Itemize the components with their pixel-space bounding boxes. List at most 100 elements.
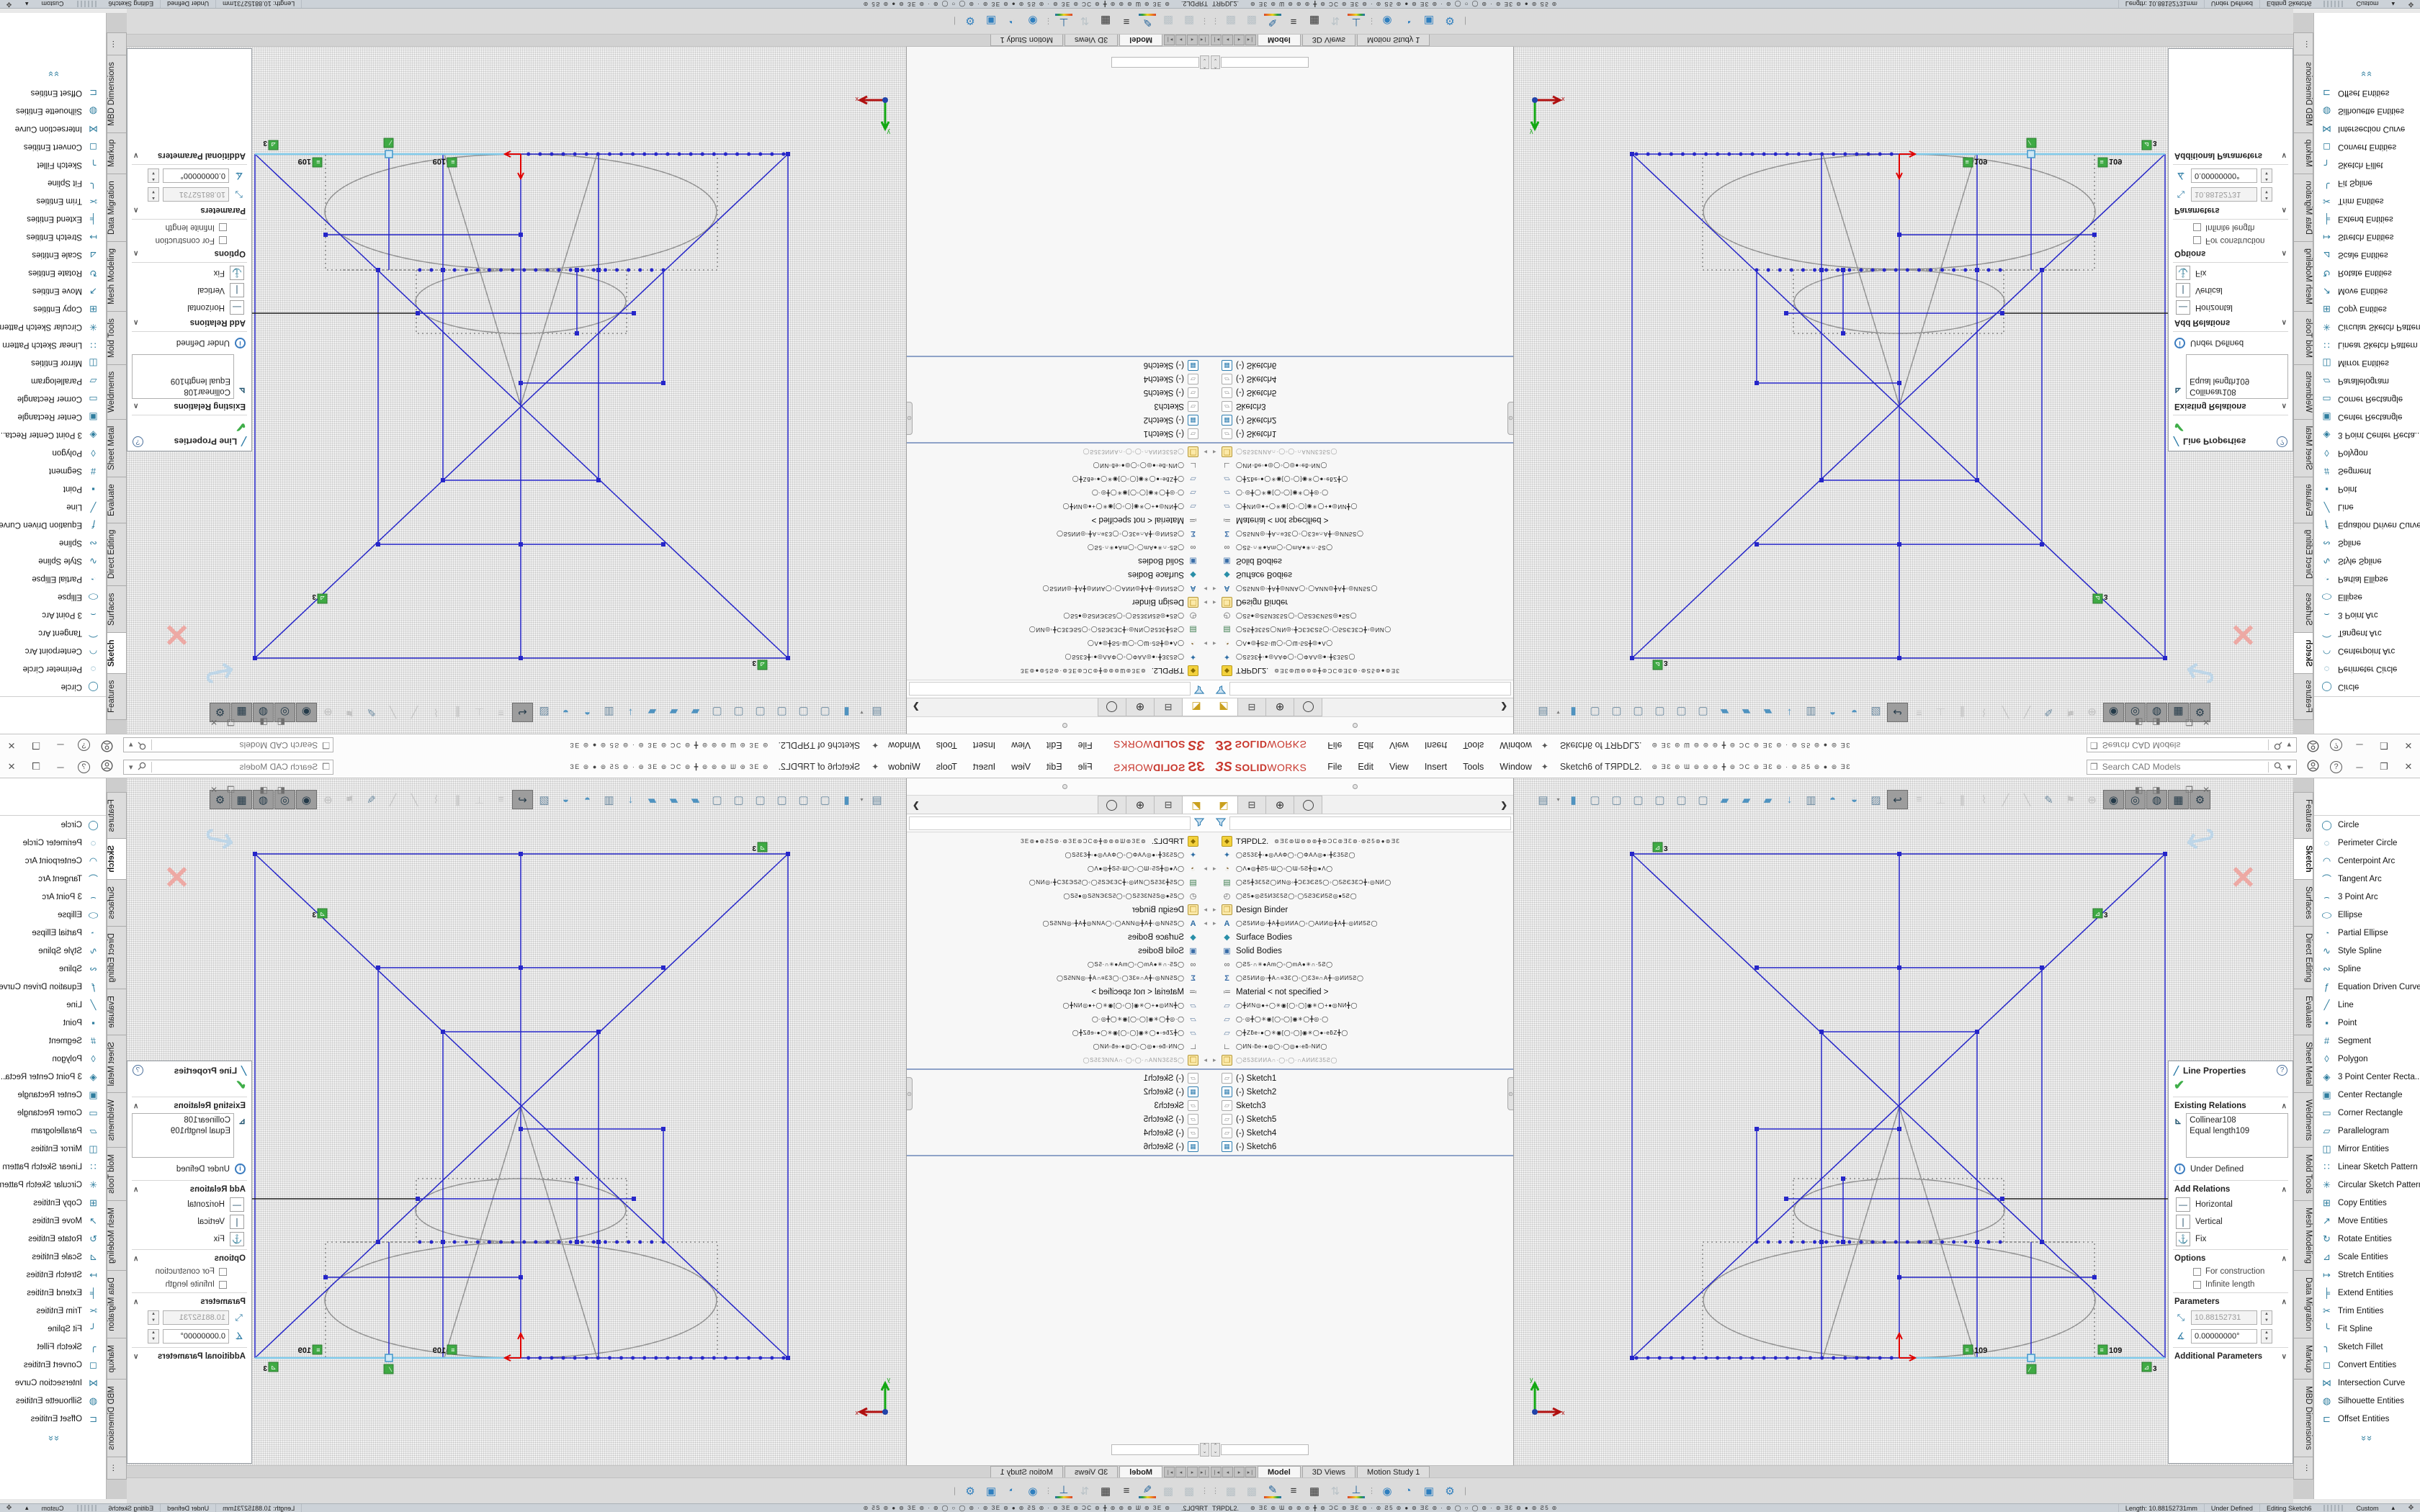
more-tools-chevron[interactable]: »» — [0, 1432, 106, 1445]
add-relation-item[interactable]: ⚓ Fix — [2169, 1230, 2293, 1248]
tree-row[interactable]: ≔ Material < not specified > — [907, 513, 1210, 527]
bottom-toolbar-icon[interactable]: ▦ — [1306, 1482, 1323, 1500]
command-manager-tab[interactable]: Features — [107, 673, 127, 720]
selected-point-handle[interactable] — [2027, 1354, 2035, 1362]
sketch-tool-item[interactable]: ✂ Trim Entities — [2314, 1302, 2420, 1320]
sketch-tool-item[interactable]: ↦ Stretch Entities — [2314, 1266, 2420, 1284]
chevron-down-icon[interactable]: ∨ — [133, 1353, 138, 1361]
command-manager-tab[interactable]: Features — [2293, 792, 2313, 839]
bottom-toolbar-icon[interactable]: ◔ — [1003, 1482, 1021, 1500]
view-toolbar-icon[interactable]: ▢ — [793, 790, 814, 809]
sketch-tool-item[interactable]: ƒ Equation Driven Curve — [0, 516, 106, 534]
panel-expand-chevron[interactable]: ❯ — [1494, 796, 1513, 814]
sketch-tool-item[interactable]: ⊞ Copy Entities — [2314, 300, 2420, 318]
view-toolbar-icon[interactable]: ▰ — [1757, 790, 1778, 809]
sketch-tool-item[interactable]: ↗ Move Entities — [2314, 1212, 2420, 1230]
sketch-tool-item[interactable]: ◫ Mirror Entities — [2314, 1140, 2420, 1158]
tree-row[interactable]: ▱ ◯╋ИN◎●+◯✳◉[◯◦◯]◉✳◯+●◎NИ╋◯ — [907, 999, 1210, 1012]
tab-featuremanager-design-tree[interactable]: ◩ — [1210, 796, 1238, 814]
tree-row[interactable]: ◆ Surface Bodies — [907, 568, 1210, 582]
menu-item[interactable]: Insert — [965, 756, 1003, 778]
sketch-tree-row[interactable]: ▱ Sketch3 — [1210, 400, 1513, 413]
sketch-tool-item[interactable]: ↻ Rotate Entities — [2314, 264, 2420, 282]
command-manager-tab[interactable]: Surfaces — [2293, 586, 2313, 633]
view-toolbar-icon[interactable]: ⚑ — [339, 790, 360, 809]
sketch-tool-item[interactable]: ◔ Partial Ellipse — [0, 924, 106, 942]
bottom-toolbar-icon[interactable]: ◔ — [1399, 1482, 1417, 1500]
document-view-tab[interactable]: 3D Views — [1065, 35, 1118, 46]
view-toolbar-icon[interactable]: ◓ — [1822, 790, 1843, 809]
view-toolbar-icon[interactable]: ▤ — [1533, 790, 1554, 809]
menu-item[interactable]: Edit — [1350, 734, 1381, 756]
tree-row[interactable]: ◆ Surface Bodies — [1210, 568, 1513, 582]
panel-splitter-handle[interactable]: ⊙ — [1507, 1077, 1514, 1110]
selected-construction-rects[interactable] — [326, 1179, 717, 1358]
view-toolbar-icon[interactable]: ▾ — [858, 703, 866, 722]
sketch-tool-item[interactable]: ◻ Convert Entities — [2314, 1356, 2420, 1374]
doc-window-control-icon[interactable]: ◧ — [2135, 785, 2143, 795]
sketch-tool-item[interactable]: ▣ Center Rectangle — [0, 408, 106, 426]
tree-row[interactable]: ▱ ◯╋Zƃe◦●◯✳◉[◯◦◯]◉✳◯●◦eƃZ╋◯ — [1210, 1026, 1513, 1040]
add-relation-item[interactable]: ⚓ Fix — [127, 264, 251, 282]
search-icon[interactable] — [2272, 740, 2285, 751]
panel-splitter-handle[interactable]: ⊙ — [1507, 402, 1514, 435]
length-input[interactable]: 10.88152731 — [2191, 1310, 2257, 1325]
tree-row[interactable]: ∟ ◯ИN◦ƃe◦●◎◯◦◯◎●◦eƃ◦NИ◯ — [907, 1040, 1210, 1053]
sketch-tool-item[interactable]: ▪ Point — [2314, 480, 2420, 498]
bottom-toolbar-icon[interactable]: ▦ — [1306, 13, 1323, 30]
tree-row[interactable]: ▸ ◔ ◯Λ●◎╋Ƨ5◦Ɯ◯◦◯Ɯ◦5Ƨ╋◎●Λ◯ — [1210, 636, 1513, 650]
view-toolbar-icon[interactable]: ◉ — [296, 790, 317, 809]
length-spinner[interactable]: ▲▼ — [148, 187, 159, 202]
filter-funnel-icon[interactable] — [1194, 817, 1204, 829]
bottom-toolbar-icon[interactable]: ✎ — [1264, 1484, 1281, 1498]
command-manager-tab[interactable]: Sheet Metal — [107, 419, 127, 477]
view-toolbar-icon[interactable]: ⚑ — [2060, 703, 2081, 722]
ok-button[interactable]: ✔ — [2169, 417, 2293, 435]
view-toolbar-icon[interactable]: ◉ — [296, 703, 317, 722]
tree-root-row[interactable]: ◆ TЯPDL2. ⊚ƎƐ⊚Ɯ⊚⊚⊚╋⊚ƆC⊚ƎƐ⊚·⊚Ƨ5⊚●⊚ƎƐ — [1210, 664, 1513, 678]
search-icon[interactable] — [135, 740, 148, 751]
view-toolbar-icon[interactable]: ◓ — [577, 790, 598, 809]
bottom-toolbar-icon[interactable]: ⇅ — [1076, 13, 1093, 30]
bottom-toolbar-icon[interactable]: ◔ — [1003, 13, 1021, 30]
sketch-tool-item[interactable]: ◈ 3 Point Center Recta... — [0, 1068, 106, 1086]
command-manager-tab[interactable]: MBD Dimensions — [2293, 1379, 2313, 1457]
chevron-down-icon[interactable]: ∨ — [2282, 1353, 2287, 1361]
view-toolbar-icon[interactable]: ▰ — [642, 790, 663, 809]
tree-row[interactable]: ◴ ◯Ƨ5●◎Ƨ5И3Ɛ5Ƨ◯◦◯5Ƨ3ЄИ5Ƨ◎●5Ƨ◯ — [1210, 889, 1513, 903]
help-icon[interactable]: ? — [78, 761, 90, 773]
view-toolbar-icon[interactable]: ▰ — [685, 790, 706, 809]
bottom-toolbar-icon[interactable]: ⚙ — [962, 1482, 979, 1500]
sketch-tool-item[interactable]: ▪ Point — [2314, 1014, 2420, 1032]
sketch-tool-item[interactable]: ⋈ Intersection Curve — [2314, 1374, 2420, 1392]
tab-display-manager[interactable]: ⊕ — [1265, 796, 1294, 814]
tree-row[interactable]: ▱ ◯·◎╋◯✳◉[◯◦◯]◉✳◯╋◎·◯ — [1210, 486, 1513, 500]
view-toolbar-icon[interactable]: ≡ — [490, 703, 511, 722]
tree-root-row[interactable]: ◆ TЯPDL2. ⊚ƎƐ⊚Ɯ⊚⊚⊚╋⊚ƆC⊚ƎƐ⊚·⊚Ƨ5⊚●⊚ƎƐ — [907, 834, 1210, 848]
sketch-tool-item[interactable]: ⊞ Copy Entities — [0, 300, 106, 318]
command-manager-tab[interactable]: Markup — [107, 132, 127, 174]
view-toolbar-icon[interactable]: ∥ — [1952, 703, 1973, 722]
tree-row[interactable]: ◆ Surface Bodies — [907, 930, 1210, 944]
cancel-sketch-icon[interactable]: ✕ — [163, 616, 190, 652]
menu-item[interactable]: File — [1070, 756, 1101, 778]
sketch-tool-item[interactable]: ◠ Centerpoint Arc — [0, 642, 106, 660]
view-toolbar-icon[interactable]: ≡ — [1909, 790, 1930, 809]
add-relation-item[interactable]: ⚓ Fix — [127, 1230, 251, 1248]
add-relation-item[interactable]: ❘ Vertical — [127, 1213, 251, 1230]
view-toolbar-icon[interactable]: ▰ — [1757, 703, 1778, 722]
sketch-tool-item[interactable]: ╞ Extend Entities — [2314, 210, 2420, 228]
sketch-tool-item[interactable]: ◍ Silhouette Entities — [0, 1392, 106, 1410]
pin-icon[interactable]: ✦ — [871, 740, 879, 750]
sketch-tool-item[interactable]: ◯ Circle — [2314, 816, 2420, 834]
tree-pane-splitter[interactable] — [907, 356, 1210, 357]
menu-item[interactable]: View — [1003, 756, 1039, 778]
tree-row[interactable]: ▣ Solid Bodies — [1210, 944, 1513, 958]
view-toolbar-icon[interactable]: ▢ — [1585, 703, 1605, 722]
selected-point-handle[interactable] — [385, 150, 393, 158]
checkbox[interactable] — [2193, 1268, 2201, 1276]
sketch-tool-item[interactable]: ◠ Centerpoint Arc — [2314, 642, 2420, 660]
view-toolbar-icon[interactable]: ▨ — [534, 790, 555, 809]
command-manager-tab[interactable]: Sketch — [2293, 838, 2313, 880]
command-manager-tab[interactable]: Sheet Metal — [2293, 419, 2313, 477]
